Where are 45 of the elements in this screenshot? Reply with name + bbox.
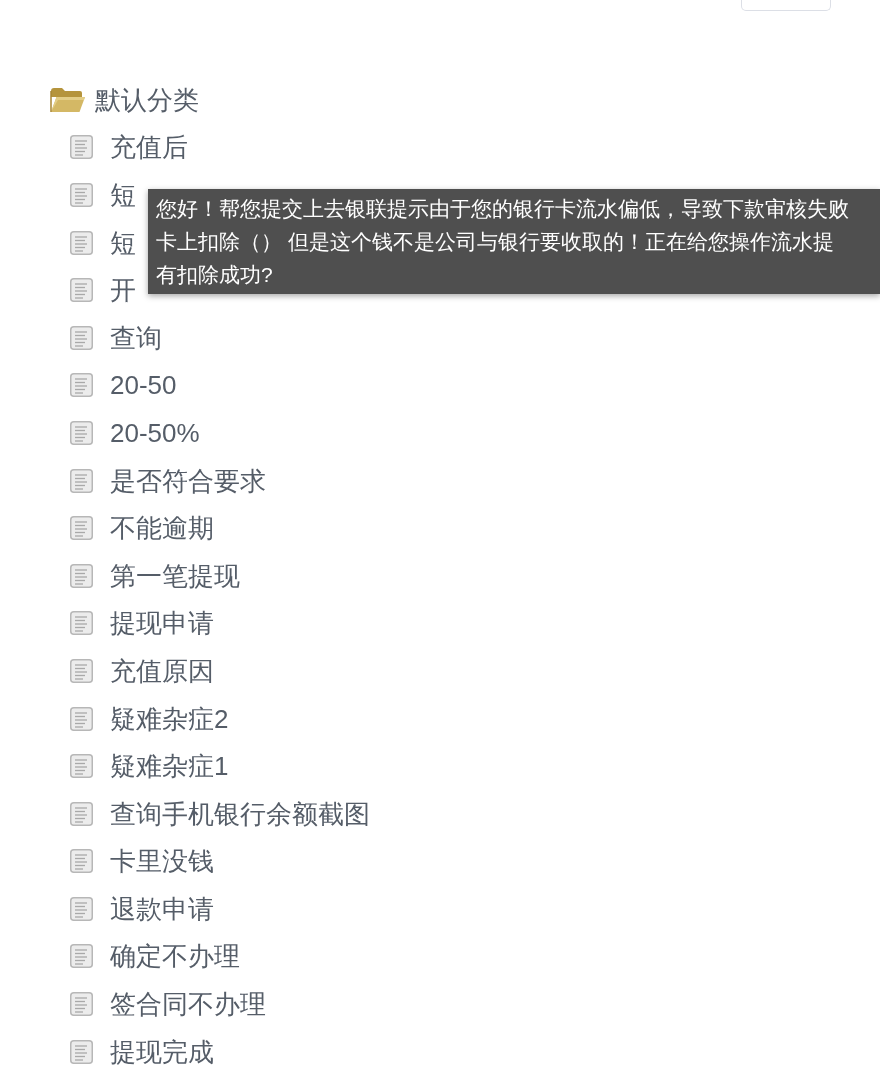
document-icon — [70, 896, 93, 921]
document-icon — [70, 801, 93, 826]
tree-item[interactable]: 不能逾期 — [110, 512, 214, 545]
document-icon — [70, 468, 93, 493]
tree-item[interactable]: 查询手机银行余额截图 — [110, 797, 370, 830]
tree-item[interactable]: 短 — [110, 226, 136, 259]
tree-item[interactable]: 开 — [110, 274, 136, 307]
tree-item[interactable]: 疑难杂症1 — [110, 750, 229, 783]
tree-item[interactable]: 确定不办理 — [110, 940, 240, 973]
document-icon — [70, 325, 93, 350]
tooltip-text: 卡上扣除（） 但是这个钱不是公司与银行要收取的！正在给您操作流水提 — [156, 229, 834, 255]
document-icon — [70, 754, 93, 779]
tooltip-text: 有扣除成功? — [156, 262, 273, 288]
document-icon — [70, 183, 93, 207]
tree-item[interactable]: 充值原因 — [110, 654, 214, 687]
tree-item[interactable]: 查询 — [110, 321, 162, 354]
tree-item[interactable]: 退款申请 — [110, 892, 214, 925]
document-icon — [70, 420, 93, 445]
tree-item[interactable]: 疑难杂症2 — [110, 702, 229, 735]
tree-item[interactable]: 提现申请 — [110, 607, 214, 640]
document-icon — [70, 516, 93, 541]
document-icon — [70, 278, 93, 303]
toolbar-button[interactable] — [741, 0, 831, 11]
document-icon — [70, 944, 93, 969]
document-icon — [70, 611, 93, 636]
category-label[interactable]: 默认分类 — [95, 83, 199, 116]
tooltip-text: 您好！帮您提交上去银联提示由于您的银行卡流水偏低，导致下款审核失败 — [156, 196, 849, 222]
document-icon — [70, 992, 93, 1017]
document-icon — [70, 373, 93, 398]
document-icon — [70, 658, 93, 683]
tree-item[interactable]: 是否符合要求 — [110, 464, 266, 497]
document-icon — [70, 1039, 93, 1064]
tree-item[interactable]: 充值后 — [110, 131, 188, 164]
tree-item[interactable]: 短 — [110, 179, 136, 211]
tree-item[interactable]: 签合同不办理 — [110, 988, 266, 1021]
document-icon — [70, 135, 93, 160]
tree-item[interactable]: 20-50% — [110, 416, 200, 449]
document-icon — [70, 849, 93, 874]
document-icon — [70, 706, 93, 731]
document-icon — [70, 230, 93, 255]
document-icon — [70, 563, 93, 588]
tree-item[interactable]: 卡里没钱 — [110, 845, 214, 878]
tree-item[interactable]: 20-50 — [110, 369, 177, 402]
tree-item[interactable]: 第一笔提现 — [110, 559, 240, 592]
tree-item[interactable]: 提现完成 — [110, 1035, 214, 1068]
